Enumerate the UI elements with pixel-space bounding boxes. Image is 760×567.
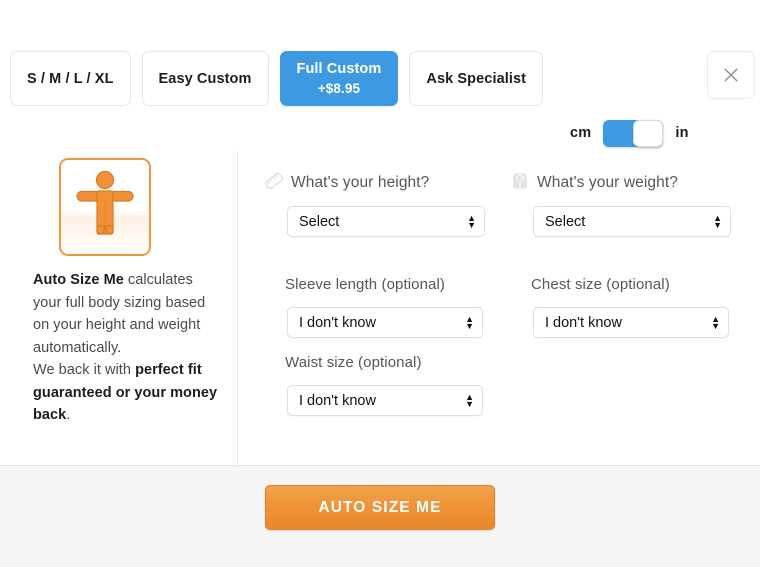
close-button[interactable] bbox=[707, 51, 755, 99]
auto-size-me-modal: S / M / L / XL Easy Custom Full Custom +… bbox=[0, 0, 760, 567]
auto-size-me-description: Auto Size Me calculates your full body s… bbox=[33, 269, 218, 427]
sleeve-length-label: Sleeve length (optional) bbox=[285, 276, 446, 293]
unit-toggle-switch[interactable] bbox=[603, 119, 664, 147]
height-question-label: What's your height? bbox=[291, 174, 430, 191]
description-brand: Auto Size Me bbox=[33, 272, 124, 288]
chest-size-select[interactable]: I don't know ▲ ▼ bbox=[533, 307, 729, 338]
person-figure-icon bbox=[61, 168, 149, 246]
height-select-stepper-icon: ▲ ▼ bbox=[467, 212, 476, 230]
auto-size-me-button[interactable]: AUTO SIZE ME bbox=[265, 485, 495, 530]
weight-question-label: What's your weight? bbox=[537, 174, 678, 191]
tab-full-custom-label: Full Custom bbox=[296, 61, 382, 77]
tab-full-custom[interactable]: Full Custom +$8.95 bbox=[279, 51, 399, 106]
tab-smlxl-label: S / M / L / XL bbox=[27, 70, 114, 87]
height-select[interactable]: Select ▲ ▼ bbox=[287, 206, 485, 237]
tab-easy-custom[interactable]: Easy Custom bbox=[141, 51, 269, 106]
tab-smlxl[interactable]: S / M / L / XL bbox=[10, 51, 131, 106]
unit-toggle-knob bbox=[633, 119, 664, 147]
scale-icon bbox=[509, 170, 531, 192]
weight-select[interactable]: Select ▲ ▼ bbox=[533, 206, 731, 237]
tab-easy-custom-label: Easy Custom bbox=[158, 70, 252, 87]
chest-size-select-value: I don't know bbox=[545, 314, 622, 331]
weight-select-stepper-icon: ▲ ▼ bbox=[713, 212, 722, 230]
chest-size-stepper-icon: ▲ ▼ bbox=[711, 313, 720, 331]
sizing-mode-tabs: S / M / L / XL Easy Custom Full Custom +… bbox=[10, 51, 544, 106]
tab-full-custom-price: +$8.95 bbox=[317, 81, 361, 96]
auto-size-me-button-label: AUTO SIZE ME bbox=[318, 498, 442, 516]
waist-size-label: Waist size (optional) bbox=[285, 354, 422, 371]
sleeve-length-stepper-icon: ▲ ▼ bbox=[465, 313, 474, 331]
description-line2-suffix: . bbox=[66, 407, 71, 423]
ruler-icon bbox=[263, 170, 285, 192]
sleeve-length-select-value: I don't know bbox=[299, 314, 376, 331]
waist-size-select[interactable]: I don't know ▲ ▼ bbox=[287, 385, 483, 416]
unit-label-cm: cm bbox=[570, 125, 592, 141]
unit-toggle-row: cm in bbox=[570, 118, 689, 148]
close-icon bbox=[723, 67, 739, 83]
avatar bbox=[59, 158, 151, 256]
height-select-value: Select bbox=[299, 213, 340, 230]
waist-size-stepper-icon: ▲ ▼ bbox=[465, 391, 474, 409]
chest-size-label: Chest size (optional) bbox=[531, 276, 670, 293]
weight-select-value: Select bbox=[545, 213, 586, 230]
sleeve-length-select[interactable]: I don't know ▲ ▼ bbox=[287, 307, 483, 338]
unit-label-in: in bbox=[675, 125, 689, 141]
description-line2-prefix: We back it with bbox=[33, 362, 136, 378]
column-divider bbox=[237, 151, 238, 465]
waist-size-select-value: I don't know bbox=[299, 392, 376, 409]
tab-ask-specialist[interactable]: Ask Specialist bbox=[409, 51, 544, 106]
tab-ask-specialist-label: Ask Specialist bbox=[426, 70, 527, 87]
